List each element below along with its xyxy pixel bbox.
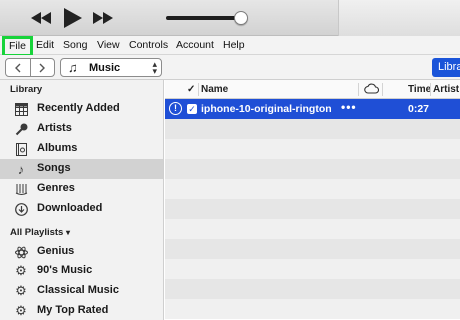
song-time: 0:27 bbox=[408, 103, 430, 115]
microphone-icon bbox=[14, 122, 28, 136]
empty-table-row bbox=[165, 299, 460, 319]
song-name: iphone-10-original-ringtone... bbox=[201, 103, 331, 115]
sidebar-item-classical-music[interactable]: ⚙ Classical Music bbox=[0, 281, 163, 301]
column-divider bbox=[358, 83, 359, 96]
menu-file[interactable]: File bbox=[2, 36, 33, 57]
smart-playlist-gear-icon: ⚙ bbox=[15, 303, 27, 318]
sidebar-item-label: Genius bbox=[37, 245, 75, 257]
column-header-time[interactable]: Time bbox=[408, 84, 431, 95]
play-icon bbox=[64, 8, 82, 28]
column-header-cloud[interactable] bbox=[364, 83, 379, 97]
previous-button[interactable] bbox=[30, 6, 52, 30]
sidebar-item-recently-added[interactable]: Recently Added bbox=[0, 99, 163, 119]
playlists-title-label: All Playlists bbox=[10, 227, 64, 238]
sidebar-item-label: Classical Music bbox=[37, 284, 119, 296]
genius-atom-icon bbox=[14, 245, 28, 259]
menu-controls[interactable]: Controls bbox=[129, 38, 168, 53]
column-header-artist[interactable]: Artist bbox=[433, 84, 459, 95]
empty-table-row bbox=[165, 159, 460, 179]
more-options-button[interactable]: ••• bbox=[341, 100, 357, 114]
warning-icon: ! bbox=[169, 102, 182, 115]
play-button[interactable] bbox=[60, 6, 86, 30]
empty-table-row bbox=[165, 139, 460, 159]
empty-table-row bbox=[165, 179, 460, 199]
empty-table-row bbox=[165, 199, 460, 219]
songs-table: ✓ Name Time Artist ! ✓ iphone-10-origina… bbox=[165, 80, 460, 320]
library-section-title: Library bbox=[10, 84, 43, 95]
media-kind-selector[interactable]: ♫ Music ▴ ▾ bbox=[60, 58, 162, 77]
back-button[interactable] bbox=[6, 59, 30, 76]
menu-view[interactable]: View bbox=[97, 38, 120, 53]
media-kind-label: Music bbox=[89, 62, 121, 74]
sidebar-item-label: My Top Rated bbox=[37, 304, 109, 316]
table-row[interactable]: ! ✓ iphone-10-original-ringtone... ••• 0… bbox=[165, 99, 460, 119]
library-button[interactable]: Library bbox=[432, 58, 460, 77]
sidebar-item-albums[interactable]: Albums bbox=[0, 139, 163, 159]
sidebar-item-genius[interactable]: Genius bbox=[0, 242, 163, 262]
playlists-section-title[interactable]: All Playlists ▾ bbox=[10, 227, 70, 238]
guitar-icon bbox=[14, 182, 28, 196]
smart-playlist-gear-icon: ⚙ bbox=[15, 283, 27, 298]
grid-calendar-icon bbox=[14, 102, 28, 116]
empty-table-row bbox=[165, 219, 460, 239]
sidebar-item-genres[interactable]: Genres bbox=[0, 179, 163, 199]
next-button[interactable] bbox=[92, 6, 114, 30]
menu-help[interactable]: Help bbox=[223, 38, 245, 53]
menu-account[interactable]: Account bbox=[176, 38, 214, 53]
disclosure-triangle-icon: ▾ bbox=[65, 228, 70, 237]
menu-bar: File Edit Song View Controls Account Hel… bbox=[0, 36, 460, 57]
smart-playlist-gear-icon: ⚙ bbox=[15, 263, 27, 278]
sidebar-item-songs[interactable]: ♪ Songs bbox=[0, 159, 163, 179]
empty-table-row bbox=[165, 119, 460, 139]
sidebar-item-label: Songs bbox=[37, 162, 71, 174]
forward-button[interactable] bbox=[29, 59, 55, 76]
album-icon bbox=[14, 142, 28, 156]
cloud-icon bbox=[364, 83, 379, 94]
previous-icon bbox=[31, 12, 51, 24]
column-divider bbox=[430, 83, 431, 96]
row-checkbox[interactable]: ✓ bbox=[187, 104, 197, 114]
music-note-icon: ♪ bbox=[17, 161, 25, 177]
menu-song[interactable]: Song bbox=[63, 38, 88, 53]
player-controls-bar bbox=[0, 0, 460, 36]
volume-slider-track[interactable] bbox=[166, 16, 242, 20]
sidebar-item-artists[interactable]: Artists bbox=[0, 119, 163, 139]
column-header-name[interactable]: Name bbox=[201, 84, 228, 95]
sidebar-item-downloaded[interactable]: Downloaded bbox=[0, 199, 163, 219]
sidebar-item-label: Recently Added bbox=[37, 102, 120, 114]
chevron-left-icon bbox=[15, 63, 21, 72]
navigation-bar: ♫ Music ▴▾ Library bbox=[0, 55, 460, 80]
download-icon bbox=[14, 202, 28, 216]
column-header-check[interactable]: ✓ bbox=[187, 84, 195, 95]
empty-table-row bbox=[165, 259, 460, 279]
sidebar-item-90s-music[interactable]: ⚙ 90's Music bbox=[0, 261, 163, 281]
chevron-right-icon bbox=[39, 63, 45, 72]
sidebar-item-label: Artists bbox=[37, 122, 72, 134]
empty-table-row bbox=[165, 239, 460, 259]
music-note-icon: ♫ bbox=[68, 60, 78, 75]
back-forward-buttons bbox=[5, 58, 55, 77]
sidebar-item-label: Genres bbox=[37, 182, 75, 194]
sidebar-item-label: Albums bbox=[37, 142, 78, 154]
volume-slider-knob[interactable] bbox=[234, 11, 248, 25]
table-header: ✓ Name Time Artist bbox=[165, 80, 460, 99]
menu-edit[interactable]: Edit bbox=[36, 38, 54, 53]
sidebar-item-my-top-rated[interactable]: ⚙ My Top Rated bbox=[0, 301, 163, 320]
empty-table-row bbox=[165, 279, 460, 299]
sidebar-item-label: 90's Music bbox=[37, 264, 93, 276]
next-icon bbox=[93, 12, 113, 24]
column-divider bbox=[382, 83, 383, 96]
sidebar-item-label: Downloaded bbox=[37, 202, 103, 214]
sidebar: Library Recently Added Artists Albums ♪ … bbox=[0, 80, 164, 320]
chevron-updown-icon: ▴ ▾ bbox=[152, 59, 157, 76]
column-divider bbox=[198, 83, 199, 96]
status-display bbox=[338, 0, 460, 36]
